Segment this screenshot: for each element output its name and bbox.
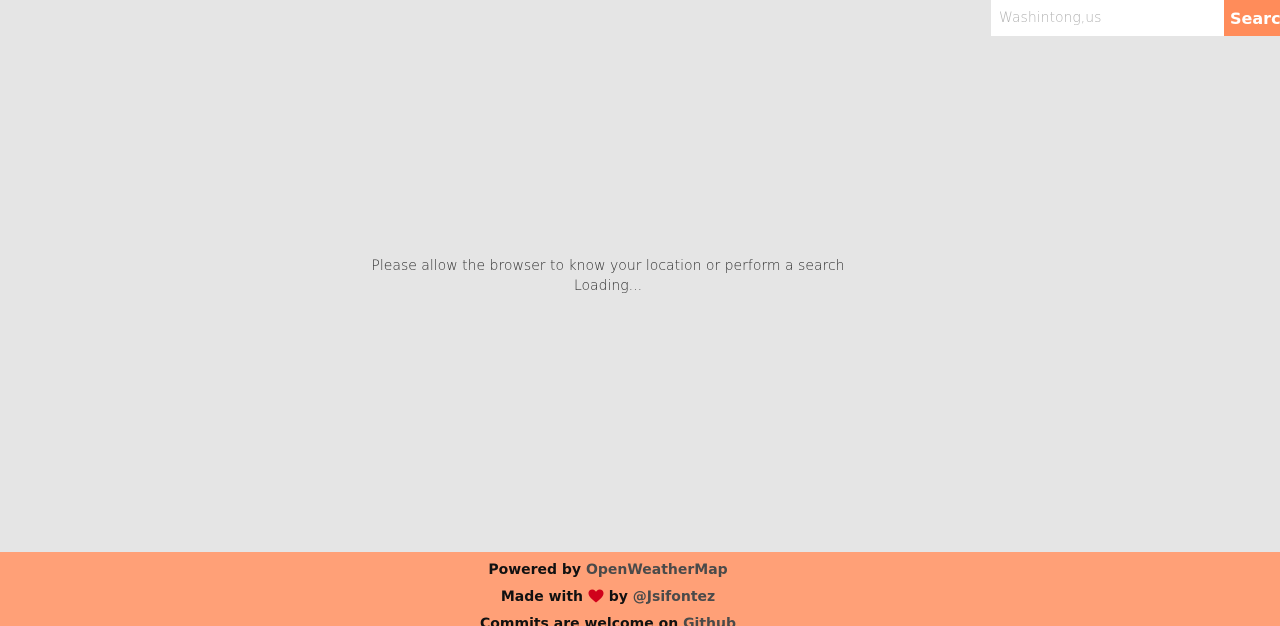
powered-by-line: Powered by OpenWeatherMap [0,557,1216,584]
heart-icon [588,589,604,603]
github-link[interactable]: Github [683,616,736,626]
loading-status: Loading... [573,278,643,294]
made-with-line: Made with by @Jsifontez [0,584,1216,611]
author-link[interactable]: @Jsifontez [633,589,715,605]
location-message: Please allow the browser to know your lo… [0,256,1216,296]
search-bar: Search [991,0,1280,36]
powered-by-label: Powered by [488,562,582,578]
made-by-label: by [608,589,628,605]
made-with-label: Made with [500,589,584,605]
search-button[interactable]: Search [1224,0,1280,36]
search-input[interactable] [991,0,1224,36]
footer: Powered by OpenWeatherMap Made with by @… [0,552,1280,626]
page: Search Please allow the browser to know … [0,0,1280,626]
footer-content: Powered by OpenWeatherMap Made with by @… [0,552,1216,626]
openweathermap-link[interactable]: OpenWeatherMap [586,562,728,578]
commits-label: Commits are welcome on [480,616,679,626]
location-prompt: Please allow the browser to know your lo… [371,258,845,274]
commits-line: Commits are welcome on Github [0,611,1216,626]
